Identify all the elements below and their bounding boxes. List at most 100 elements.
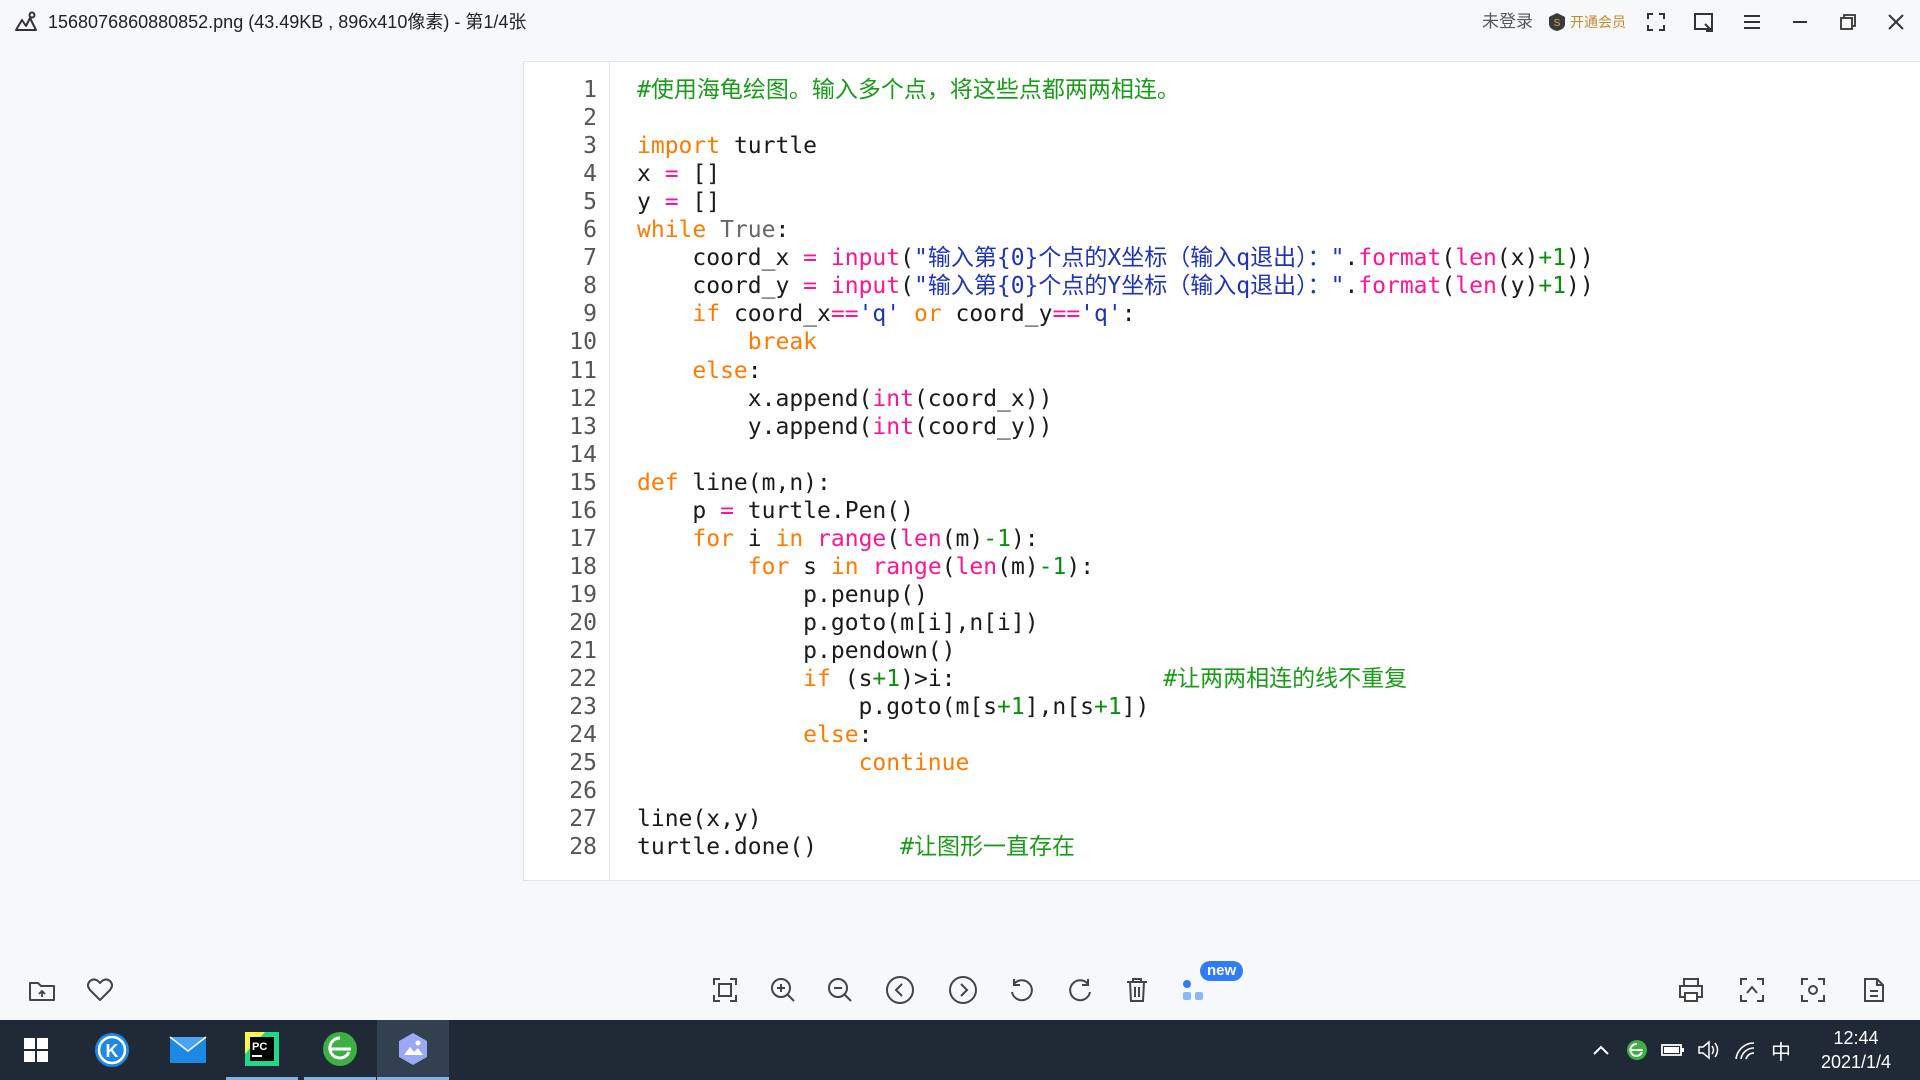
previous-button[interactable] xyxy=(882,972,918,1008)
code-token: (x) xyxy=(1496,245,1539,272)
code-token: #让两两相连的线不重复 xyxy=(1163,666,1408,693)
taskbar-browser[interactable] xyxy=(304,1020,376,1080)
taskbar-clock[interactable]: 12:44 2021/1/4 xyxy=(1800,1026,1912,1074)
line-number: 2 xyxy=(583,105,597,132)
tray-volume[interactable] xyxy=(1694,1020,1724,1080)
code-token: turtle.Pen() xyxy=(733,497,914,524)
code-token: len xyxy=(1455,273,1497,300)
restore-button[interactable] xyxy=(1834,8,1862,36)
taskbar-kugou[interactable]: K xyxy=(76,1020,148,1080)
code-line: y.append(int(coord_y)) xyxy=(637,413,1053,441)
login-link[interactable]: 未登录 xyxy=(1482,0,1533,44)
title-bar: 1568076860880852.png (43.49KB , 896x410像… xyxy=(0,0,1920,44)
next-button[interactable] xyxy=(945,972,981,1008)
code-token: (coord_y)) xyxy=(913,413,1053,440)
code-token: == xyxy=(1052,301,1081,328)
code-token: format xyxy=(1358,245,1442,272)
svg-text:PC: PC xyxy=(252,1041,267,1053)
tray-expand-button[interactable] xyxy=(1588,1020,1614,1080)
ocr-button[interactable] xyxy=(1795,972,1831,1008)
minimize-button[interactable] xyxy=(1786,8,1814,36)
code-token: def xyxy=(637,469,679,496)
code-token: 'q' xyxy=(1080,301,1122,328)
line-number: 3 xyxy=(583,133,597,160)
code-line: x.append(int(coord_x)) xyxy=(637,385,1053,413)
printer-icon xyxy=(1679,978,1703,1002)
rotate-left-button[interactable] xyxy=(1004,972,1040,1008)
code-line: for i in range(len(m)-1): xyxy=(637,525,1038,553)
menu-icon xyxy=(1744,15,1760,29)
zoom-out-button[interactable] xyxy=(822,972,858,1008)
speaker-icon xyxy=(1698,1040,1719,1060)
fit-window-icon xyxy=(713,978,737,1002)
tray-ime[interactable]: 中 xyxy=(1766,1020,1796,1080)
delete-button[interactable] xyxy=(1119,972,1155,1008)
tray-network[interactable] xyxy=(1730,1020,1760,1080)
code-token: == xyxy=(830,301,859,328)
tray-browser[interactable] xyxy=(1622,1020,1652,1080)
code-token: -1 xyxy=(983,525,1011,552)
tray-battery[interactable] xyxy=(1658,1020,1688,1080)
open-folder-button[interactable] xyxy=(24,972,60,1008)
crop-button[interactable] xyxy=(1734,972,1770,1008)
line-number: 25 xyxy=(569,750,597,777)
zoom-in-icon xyxy=(771,978,795,1002)
line-number: 23 xyxy=(569,694,597,721)
window-title: 1568076860880852.png (43.49KB , 896x410像… xyxy=(48,12,527,32)
code-token: )>i: xyxy=(900,666,1164,693)
line-number: 14 xyxy=(569,441,597,468)
line-number: 6 xyxy=(583,217,597,244)
rotate-right-button[interactable] xyxy=(1062,972,1098,1008)
zoom-out-icon xyxy=(828,978,852,1002)
code-token: turtle xyxy=(720,133,818,160)
code-token: int xyxy=(872,413,914,440)
code-line: continue xyxy=(637,749,970,777)
code-token: . xyxy=(1344,245,1359,272)
vip-button[interactable]: S 开通会员 xyxy=(1548,10,1626,34)
kugou-icon: K xyxy=(95,1033,129,1067)
bottom-toolbar xyxy=(0,960,1920,1020)
start-button[interactable] xyxy=(0,1020,72,1080)
code-token: p.goto(m[s xyxy=(637,694,998,721)
taskbar-pycharm[interactable]: PC xyxy=(226,1020,298,1080)
chevron-right-icon xyxy=(949,976,977,1004)
crop-icon xyxy=(1740,978,1764,1002)
image-viewport[interactable]: 1 2 3 4 5 6 7 8 9 10 11 12 13 14 15 16 17 18 19 20 21 22 23 24 2… xyxy=(523,61,1920,881)
taskbar-photo-viewer[interactable] xyxy=(377,1020,449,1080)
code-line: coord_y = input("输入第{0}个点的Y坐标（输入q退出）：".f… xyxy=(637,272,1593,300)
code-token: len xyxy=(1455,245,1497,272)
code-token: input xyxy=(830,245,901,272)
code-token: else xyxy=(692,357,748,384)
line-number: 26 xyxy=(569,778,597,805)
menu-button[interactable] xyxy=(1738,8,1766,36)
code-token: +1 xyxy=(997,694,1025,721)
code-token: s xyxy=(789,553,831,580)
print-button[interactable] xyxy=(1673,972,1709,1008)
code-token: +1 xyxy=(1093,694,1122,721)
code-line: y = [] xyxy=(637,188,720,216)
app-logo-icon xyxy=(12,8,40,36)
code-token: ],n[s xyxy=(1024,694,1094,721)
code-token: import xyxy=(637,133,721,160)
code-token: ( xyxy=(886,525,901,552)
line-number: 12 xyxy=(569,385,597,412)
fit-window-button[interactable] xyxy=(707,972,743,1008)
minimize-icon xyxy=(1793,21,1807,23)
document-button[interactable] xyxy=(1856,972,1892,1008)
line-number: 8 xyxy=(583,273,597,300)
cast-button[interactable] xyxy=(1690,8,1718,36)
favorite-button[interactable] xyxy=(82,972,118,1008)
code-line: if (s+1)>i: #让两两相连的线不重复 xyxy=(637,665,1407,693)
fullscreen-button[interactable] xyxy=(1642,8,1670,36)
zoom-in-button[interactable] xyxy=(765,972,801,1008)
rotate-right-icon xyxy=(1069,979,1091,1002)
document-icon xyxy=(1864,978,1884,1002)
svg-text:K: K xyxy=(106,1041,119,1061)
close-button[interactable] xyxy=(1882,8,1910,36)
taskbar-mail[interactable] xyxy=(152,1020,224,1080)
